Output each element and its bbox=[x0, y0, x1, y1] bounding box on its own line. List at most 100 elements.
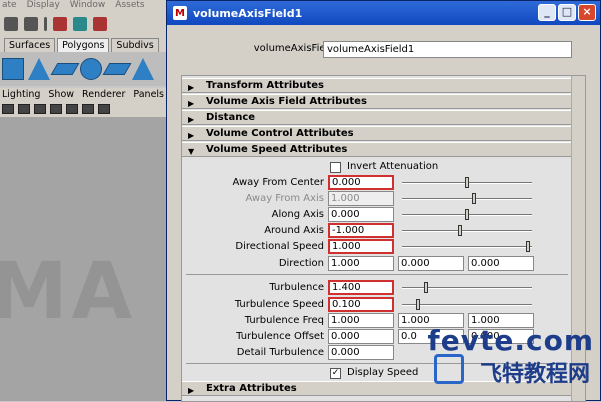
maya-app-icon: M bbox=[173, 6, 187, 20]
panel-menu-show[interactable]: Show bbox=[48, 88, 74, 101]
menu-display[interactable]: Display bbox=[27, 0, 60, 12]
turbulence-offset-x-input[interactable]: 0.000 bbox=[328, 329, 394, 344]
shelf-tab-surfaces[interactable]: Surfaces bbox=[4, 38, 56, 52]
component-icon[interactable] bbox=[73, 17, 87, 31]
directional-speed-input[interactable]: 1.000 bbox=[328, 239, 394, 254]
section-title: Volume Control Attributes bbox=[206, 128, 354, 139]
slider-thumb[interactable] bbox=[465, 209, 469, 220]
watermark-logo: fevte.com 飞特教程网 bbox=[424, 324, 594, 390]
section-title: Volume Speed Attributes bbox=[206, 144, 348, 155]
status-toolbar bbox=[0, 12, 170, 36]
bg-menubar: ate Display Window Assets bbox=[0, 0, 170, 12]
around-axis-slider[interactable] bbox=[402, 225, 532, 236]
snap-icon[interactable] bbox=[93, 17, 107, 31]
along-axis-input[interactable]: 0.000 bbox=[328, 207, 394, 222]
slider-thumb[interactable] bbox=[465, 177, 469, 188]
menu-window[interactable]: Window bbox=[70, 0, 106, 12]
turbulence-slider[interactable] bbox=[402, 282, 532, 293]
turbulence-speed-input[interactable]: 0.100 bbox=[328, 297, 394, 312]
node-name-row: volumeAxisField: volumeAxisField1 bbox=[167, 39, 600, 61]
section-volume-axis[interactable]: ▶ Volume Axis Field Attributes bbox=[182, 94, 572, 109]
menu-assets[interactable]: Assets bbox=[115, 0, 144, 12]
lights-icon[interactable] bbox=[82, 104, 94, 114]
turbulence-freq-x-input[interactable]: 1.000 bbox=[328, 313, 394, 328]
slider-thumb[interactable] bbox=[416, 299, 420, 310]
section-title: Distance bbox=[206, 112, 256, 123]
poly-pipe-icon[interactable] bbox=[102, 63, 132, 75]
shelf-tabs: Surfaces Polygons Subdivs bbox=[0, 36, 170, 52]
detail-turbulence-input[interactable]: 0.000 bbox=[328, 345, 394, 360]
viewport[interactable]: MA bbox=[0, 117, 170, 401]
section-volume-control[interactable]: ▶ Volume Control Attributes bbox=[182, 126, 572, 141]
away-from-center-slider[interactable] bbox=[402, 177, 532, 188]
slider-thumb[interactable] bbox=[526, 241, 530, 252]
display-speed-checkbox[interactable]: ✓ bbox=[330, 368, 341, 379]
turbulence-input[interactable]: 1.400 bbox=[328, 280, 394, 295]
wireframe-icon[interactable] bbox=[18, 104, 30, 114]
invert-attenuation-label: Invert Attenuation bbox=[347, 161, 439, 172]
menu-edit[interactable]: ate bbox=[2, 0, 17, 12]
turbulence-speed-label: Turbulence Speed bbox=[234, 299, 324, 310]
around-axis-label: Around Axis bbox=[264, 225, 324, 236]
camera-icon[interactable] bbox=[2, 104, 14, 114]
node-name-input[interactable]: volumeAxisField1 bbox=[323, 41, 572, 58]
detail-turbulence-label: Detail Turbulence bbox=[236, 347, 324, 358]
collapsed-arrow-icon: ▶ bbox=[188, 386, 195, 395]
turbulence-offset-label: Turbulence Offset bbox=[236, 331, 324, 342]
along-axis-slider[interactable] bbox=[402, 209, 532, 220]
away-from-axis-slider bbox=[402, 193, 532, 204]
poly-cube-icon[interactable] bbox=[2, 58, 24, 80]
collapsed-arrow-icon: ▶ bbox=[188, 115, 195, 124]
display-speed-label: Display Speed bbox=[347, 367, 419, 378]
away-from-axis-row: Away From Axis 1.000 bbox=[182, 191, 572, 207]
isolate-icon[interactable] bbox=[98, 104, 110, 114]
around-axis-row: Around Axis -1.000 bbox=[182, 223, 572, 239]
shelf-tab-subdivs[interactable]: Subdivs bbox=[111, 38, 159, 52]
directional-speed-slider[interactable] bbox=[402, 241, 532, 252]
maximize-icon[interactable]: □ bbox=[558, 4, 576, 21]
poly-pyramid-icon[interactable] bbox=[132, 58, 154, 80]
section-distance[interactable]: ▶ Distance bbox=[182, 110, 572, 125]
collapsed-arrow-icon: ▶ bbox=[188, 83, 195, 92]
turbulence-row: Turbulence 1.400 bbox=[182, 280, 572, 296]
invert-attenuation-checkbox[interactable] bbox=[330, 162, 341, 173]
away-from-center-label: Away From Center bbox=[232, 177, 324, 188]
shelf bbox=[0, 52, 170, 86]
turbulence-freq-label: Turbulence Freq bbox=[244, 315, 324, 326]
direction-z-input[interactable]: 0.000 bbox=[468, 256, 534, 271]
panel-menu-panels[interactable]: Panels bbox=[133, 88, 164, 101]
panel-menu-lighting[interactable]: Lighting bbox=[2, 88, 40, 101]
section-transform[interactable]: ▶ Transform Attributes bbox=[182, 78, 572, 93]
slider-thumb[interactable] bbox=[458, 225, 462, 236]
poly-cone-icon[interactable] bbox=[28, 58, 50, 80]
slider-thumb bbox=[472, 193, 476, 204]
turbulence-speed-slider[interactable] bbox=[402, 299, 532, 310]
poly-torus-icon[interactable] bbox=[80, 58, 102, 80]
grid-icon[interactable] bbox=[34, 104, 46, 114]
poly-plane-icon[interactable] bbox=[50, 63, 80, 75]
dialog-titlebar[interactable]: M volumeAxisField1 _ □ × bbox=[167, 1, 600, 25]
shaded-icon[interactable] bbox=[50, 104, 62, 114]
direction-y-input[interactable]: 0.000 bbox=[398, 256, 464, 271]
away-from-center-input[interactable]: 0.000 bbox=[328, 175, 394, 190]
away-from-center-row: Away From Center 0.000 bbox=[182, 175, 572, 191]
close-icon[interactable]: × bbox=[578, 4, 596, 21]
direction-x-input[interactable]: 1.000 bbox=[328, 256, 394, 271]
around-axis-input[interactable]: -1.000 bbox=[328, 223, 394, 238]
textured-icon[interactable] bbox=[66, 104, 78, 114]
select-mode-icon[interactable] bbox=[53, 17, 67, 31]
shelf-tab-polygons[interactable]: Polygons bbox=[57, 38, 110, 52]
slider-thumb[interactable] bbox=[424, 282, 428, 293]
section-title: Transform Attributes bbox=[206, 80, 324, 91]
section-volume-speed[interactable]: ▼ Volume Speed Attributes bbox=[182, 142, 572, 157]
save-icon[interactable] bbox=[24, 17, 38, 31]
direction-row: Direction 1.000 0.000 0.000 bbox=[182, 256, 572, 272]
section-title: Extra Attributes bbox=[206, 383, 297, 394]
dialog-title: volumeAxisField1 bbox=[193, 6, 303, 20]
folder-icon[interactable] bbox=[4, 17, 18, 31]
separator bbox=[186, 274, 568, 275]
turbulence-speed-row: Turbulence Speed 0.100 bbox=[182, 297, 572, 313]
collapsed-arrow-icon: ▶ bbox=[188, 131, 195, 140]
minimize-icon[interactable]: _ bbox=[538, 4, 556, 21]
panel-menu-renderer[interactable]: Renderer bbox=[82, 88, 125, 101]
